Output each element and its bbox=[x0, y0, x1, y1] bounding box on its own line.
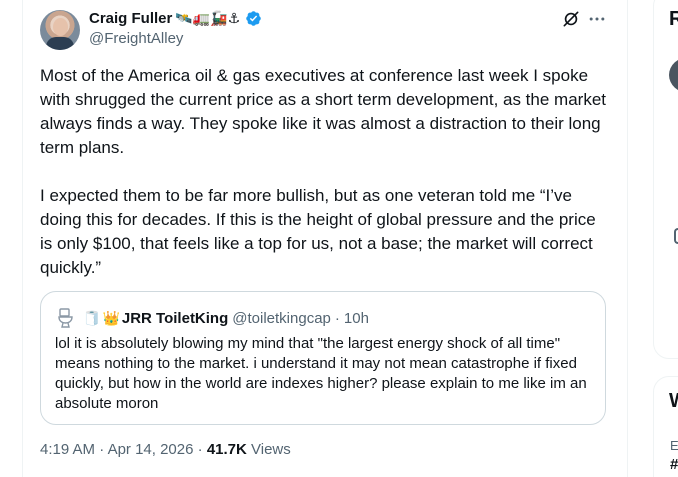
trend-hashtag[interactable]: # bbox=[670, 456, 678, 473]
trend-category: E bbox=[670, 438, 678, 453]
tweet-column: Craig Fuller 🛰️🚛🚂⚓ @FreightAlley Most of… bbox=[0, 0, 628, 477]
views-count: 41.7K bbox=[206, 441, 247, 458]
meta-separator: · bbox=[99, 441, 105, 458]
right-card-heading: W bbox=[669, 390, 678, 413]
tweet-date[interactable]: Apr 14, 2026 bbox=[108, 441, 194, 458]
more-icon[interactable] bbox=[587, 9, 607, 29]
meta-separator: · bbox=[197, 441, 203, 458]
author-avatar[interactable] bbox=[40, 10, 80, 50]
quoted-timestamp[interactable]: 10h bbox=[344, 310, 369, 327]
quoted-badge-emoji: 👑 bbox=[102, 309, 120, 326]
toilet-icon[interactable] bbox=[55, 306, 79, 330]
column-divider bbox=[22, 0, 23, 477]
tweet-meta: 4:19 AM · Apr 14, 2026 · 41.7K Views bbox=[40, 441, 291, 458]
avatar-shirt bbox=[46, 37, 74, 50]
right-card-heading: R bbox=[669, 8, 678, 30]
quoted-handle[interactable]: @toiletkingcap bbox=[232, 310, 331, 327]
tweet-paragraph: Most of the America oil & gas executives… bbox=[40, 66, 611, 157]
tweet-text: Most of the America oil & gas executives… bbox=[40, 64, 610, 280]
author-name-emojis: 🛰️🚛🚂⚓ bbox=[175, 10, 241, 26]
views-label: Views bbox=[251, 441, 291, 458]
tweet-paragraph: I expected them to be far more bullish, … bbox=[40, 186, 601, 277]
quoted-tweet-text: lol it is absolutely blowing my mind tha… bbox=[55, 335, 587, 412]
right-sidebar-card bbox=[653, 0, 678, 359]
avatar-face bbox=[53, 18, 68, 36]
quoted-separator: · bbox=[334, 309, 340, 327]
grok-icon[interactable] bbox=[561, 9, 581, 29]
quoted-tweet-header: 🧻 👑 JRR ToiletKing @toiletkingcap · 10h bbox=[55, 306, 369, 330]
verified-badge-icon bbox=[246, 11, 261, 26]
right-card-icon bbox=[674, 228, 678, 244]
author-display-name[interactable]: Craig Fuller bbox=[89, 10, 172, 27]
quoted-display-name[interactable]: JRR ToiletKing bbox=[122, 310, 228, 327]
quoted-tweet-card[interactable]: 🧻 👑 JRR ToiletKing @toiletkingcap · 10h … bbox=[40, 291, 606, 425]
quoted-name-emoji: 🧻 bbox=[83, 309, 101, 326]
tweet-time[interactable]: 4:19 AM bbox=[40, 441, 95, 458]
author-name-row[interactable]: Craig Fuller 🛰️🚛🚂⚓ bbox=[89, 10, 262, 27]
author-handle[interactable]: @FreightAlley bbox=[89, 30, 183, 47]
